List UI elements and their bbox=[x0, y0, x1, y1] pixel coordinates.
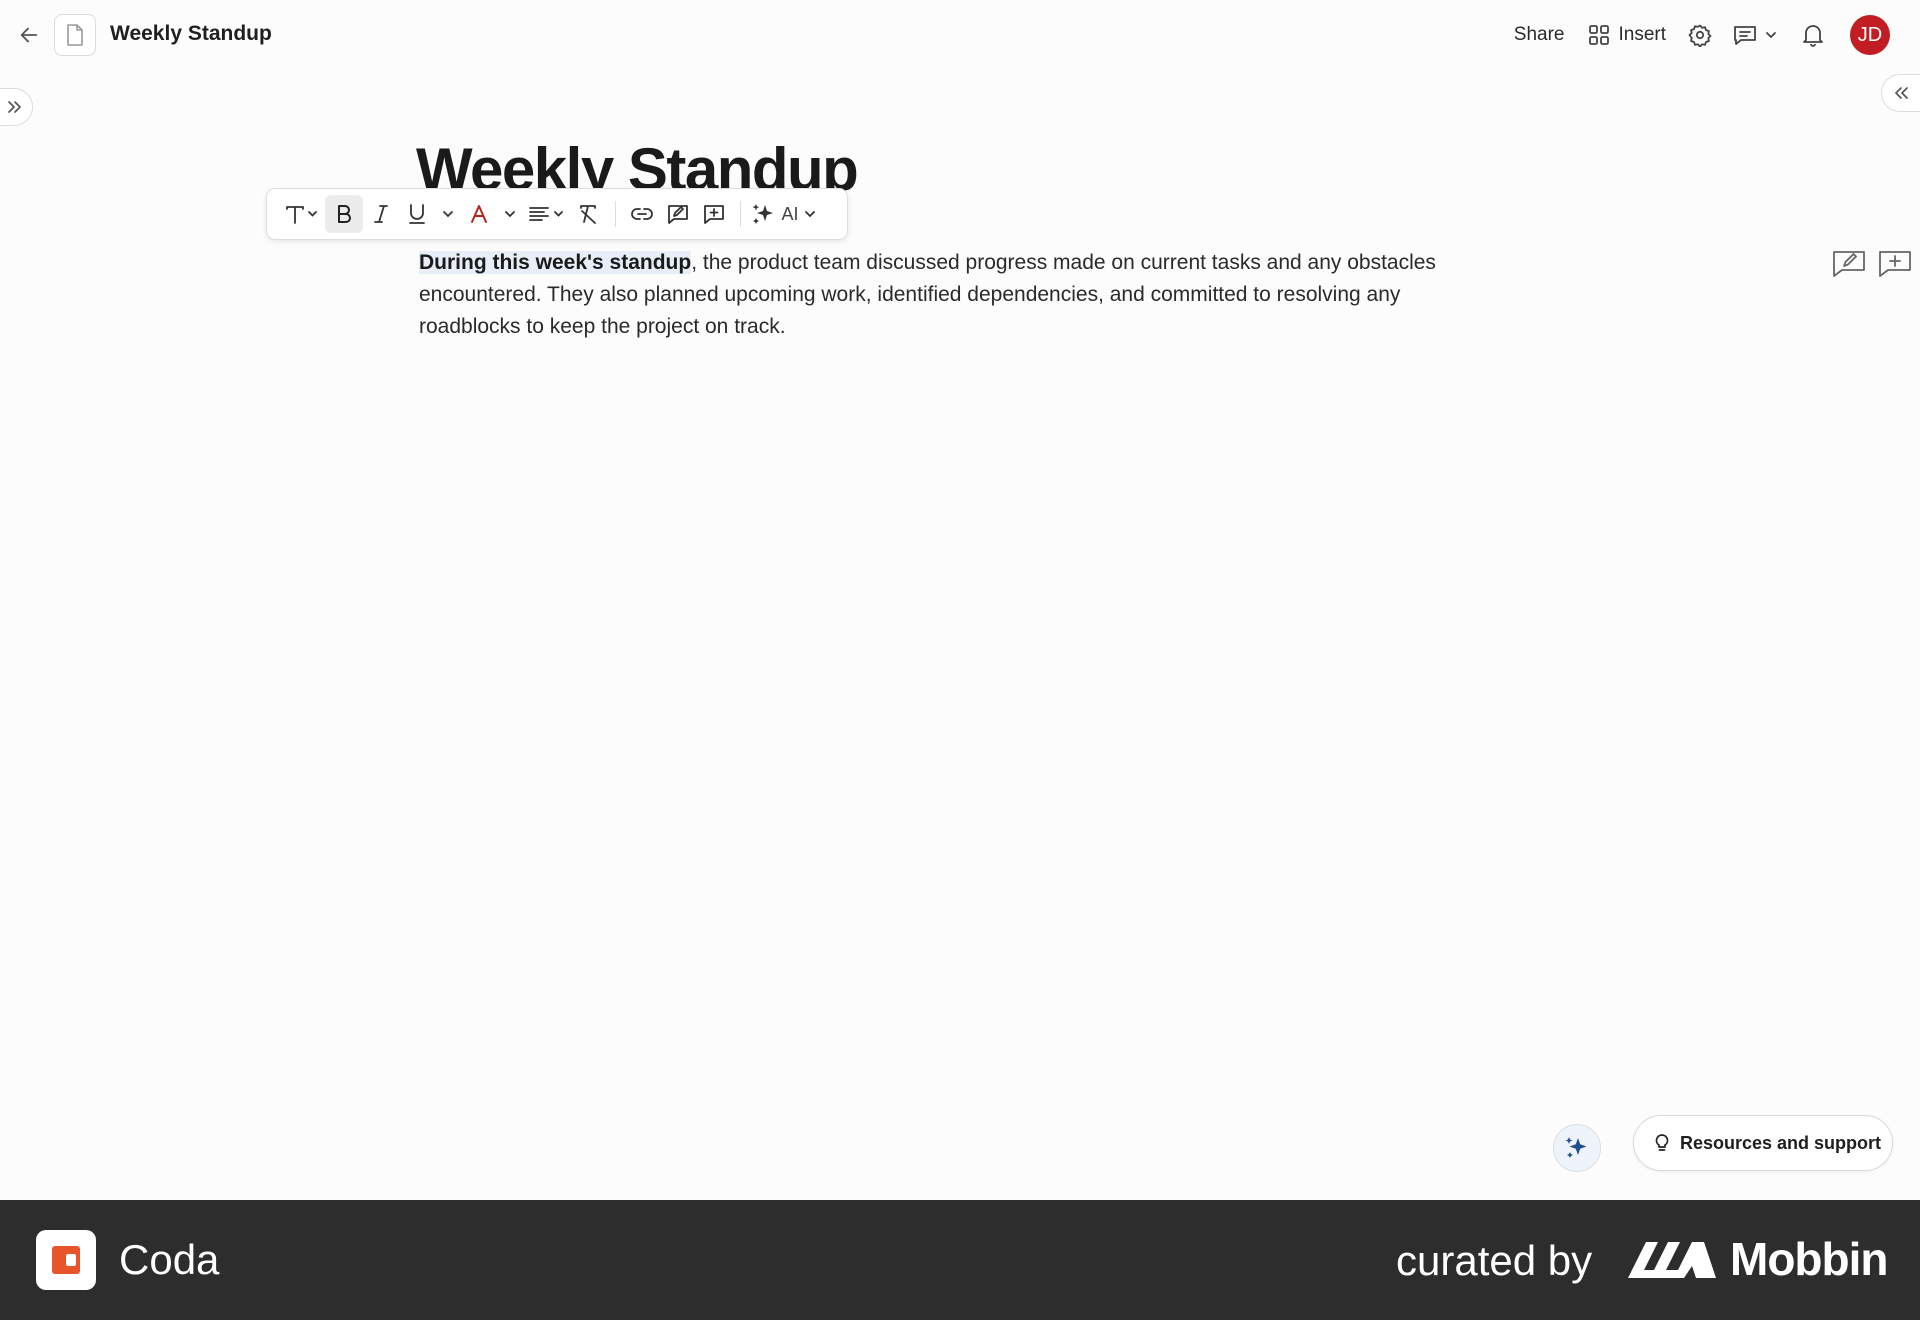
text-style-button[interactable] bbox=[277, 195, 325, 233]
resources-and-support-button[interactable]: Resources and support bbox=[1633, 1115, 1893, 1171]
align-icon bbox=[529, 207, 563, 221]
grid-icon bbox=[1589, 25, 1610, 45]
doc-title[interactable]: Weekly Standup bbox=[110, 22, 272, 46]
add-comment-button[interactable] bbox=[660, 195, 696, 233]
brand-name: Coda bbox=[119, 1236, 220, 1283]
comment-edit-icon bbox=[668, 205, 688, 224]
document-icon bbox=[67, 24, 83, 46]
block-add-button[interactable] bbox=[1876, 248, 1914, 278]
ai-sparkle-icon bbox=[1565, 1137, 1587, 1158]
underline-icon bbox=[409, 204, 425, 224]
italic-icon bbox=[374, 205, 388, 223]
insert-label: Insert bbox=[1618, 24, 1666, 45]
curated-label: curated by bbox=[1396, 1237, 1593, 1284]
toolbar-divider bbox=[615, 201, 616, 227]
text-style-icon bbox=[286, 206, 317, 224]
resources-label: Resources and support bbox=[1680, 1132, 1882, 1153]
align-button[interactable] bbox=[523, 195, 571, 233]
ai-assistant-button[interactable] bbox=[1553, 1124, 1601, 1172]
doc-icon-button[interactable] bbox=[54, 14, 96, 56]
chevron-down-icon bbox=[804, 211, 815, 218]
text-color-icon bbox=[471, 205, 487, 223]
chevron-down-icon bbox=[1766, 32, 1776, 39]
comments-dropdown[interactable] bbox=[1764, 28, 1778, 42]
footer-banner: Coda curated by Mobbin bbox=[0, 1200, 1920, 1320]
gear-icon bbox=[1688, 24, 1712, 47]
underline-button[interactable] bbox=[399, 195, 435, 233]
block-actions bbox=[1830, 248, 1914, 278]
mobbin-logo-icon bbox=[1628, 1242, 1716, 1278]
back-button[interactable] bbox=[14, 20, 44, 50]
clear-format-icon bbox=[580, 205, 596, 224]
link-icon bbox=[631, 208, 653, 220]
formatting-toolbar: AI bbox=[266, 188, 848, 240]
italic-button[interactable] bbox=[363, 195, 399, 233]
insert-button[interactable]: Insert bbox=[1588, 24, 1666, 46]
add-icon bbox=[1879, 251, 1911, 277]
text-color-dropdown[interactable] bbox=[497, 195, 523, 233]
chevron-down-icon bbox=[505, 211, 515, 218]
chevron-down-icon bbox=[443, 211, 453, 218]
lightbulb-icon bbox=[1655, 1134, 1669, 1151]
text-color-button[interactable] bbox=[461, 195, 497, 233]
comment-edit-icon bbox=[1833, 251, 1865, 277]
clear-format-button[interactable] bbox=[571, 195, 607, 233]
comment-icon bbox=[1734, 26, 1756, 45]
bold-button[interactable] bbox=[325, 195, 363, 233]
bell-icon bbox=[1803, 25, 1823, 47]
bold-icon bbox=[338, 205, 351, 223]
block-comment-button[interactable] bbox=[1830, 248, 1868, 278]
coda-logo-icon bbox=[52, 1246, 80, 1274]
share-button[interactable]: Share bbox=[1514, 24, 1565, 46]
curator-name: Mobbin bbox=[1730, 1233, 1888, 1285]
ai-sparkle-icon bbox=[752, 204, 774, 224]
coda-logo bbox=[36, 1230, 96, 1290]
underline-options-dropdown[interactable] bbox=[435, 195, 461, 233]
add-icon bbox=[704, 205, 724, 224]
double-chevron-right-icon bbox=[7, 101, 21, 113]
top-bar: Weekly Standup Share Insert JD bbox=[0, 0, 1920, 70]
double-chevron-left-icon bbox=[1895, 87, 1908, 99]
comments-button[interactable] bbox=[1732, 23, 1758, 47]
settings-button[interactable] bbox=[1688, 23, 1712, 47]
arrow-left-icon bbox=[20, 27, 38, 43]
ai-label: AI bbox=[781, 203, 799, 224]
body-paragraph[interactable]: During this week's standup, the product … bbox=[419, 247, 1439, 343]
expand-right-panel-button[interactable] bbox=[1881, 74, 1920, 112]
top-actions: Share Insert JD bbox=[1514, 15, 1890, 55]
ai-button[interactable]: AI bbox=[749, 195, 819, 233]
expand-left-panel-button[interactable] bbox=[0, 88, 33, 126]
selected-text[interactable]: During this week's standup bbox=[419, 251, 692, 274]
link-button[interactable] bbox=[624, 195, 660, 233]
notifications-button[interactable] bbox=[1802, 23, 1824, 47]
page-title[interactable]: Weekly Standup bbox=[416, 135, 857, 193]
avatar[interactable]: JD bbox=[1850, 15, 1890, 55]
add-inline-button[interactable] bbox=[696, 195, 732, 233]
toolbar-divider bbox=[740, 201, 741, 227]
